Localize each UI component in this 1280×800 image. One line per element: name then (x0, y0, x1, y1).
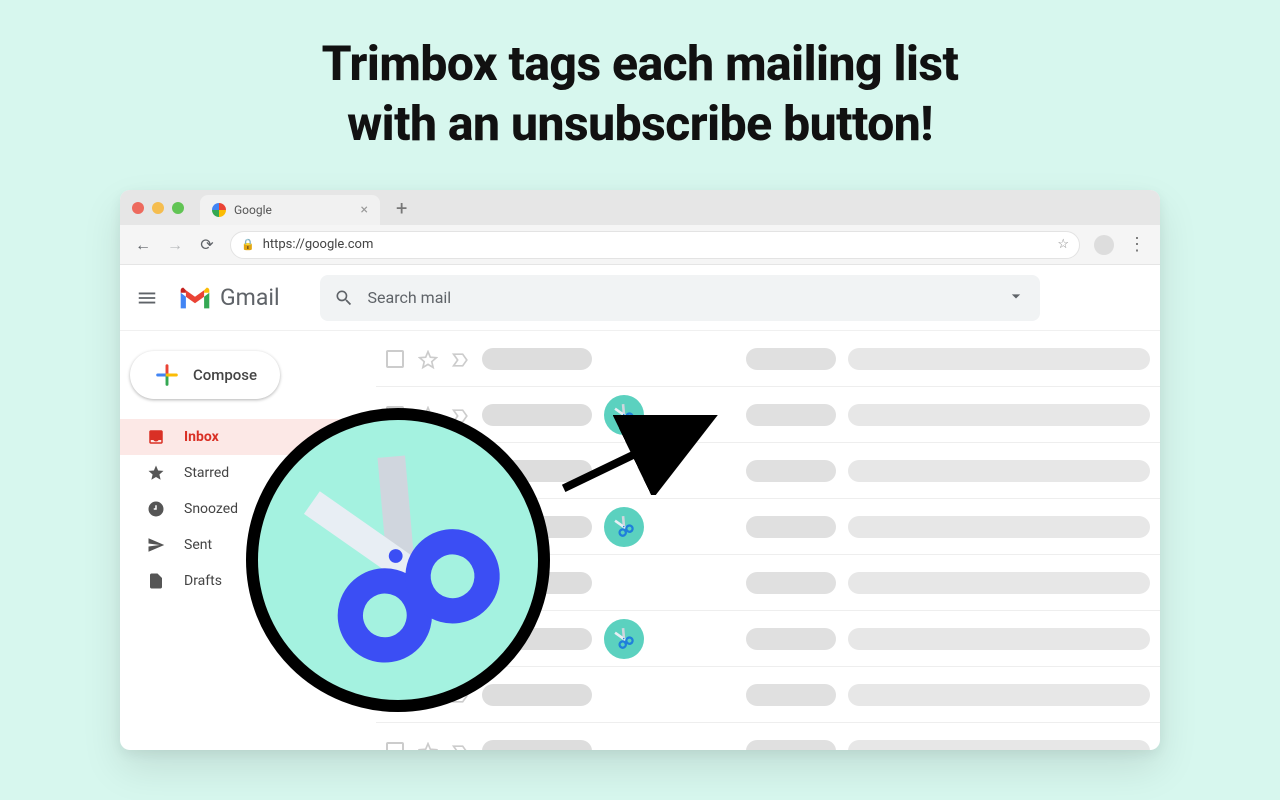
subject-placeholder (746, 628, 836, 650)
subject-placeholder (746, 684, 836, 706)
sender-col (482, 740, 732, 751)
star-icon[interactable] (418, 350, 436, 368)
content-col (746, 460, 1150, 482)
body-placeholder (848, 628, 1150, 650)
search-placeholder: Search mail (368, 288, 452, 307)
sender-col (482, 395, 732, 435)
gmail-logo[interactable]: Gmail (178, 284, 280, 311)
search-icon (334, 288, 354, 308)
trimbox-unsubscribe-button[interactable] (604, 507, 644, 547)
file-icon (146, 572, 166, 590)
search-input[interactable]: Search mail (320, 275, 1040, 321)
body-placeholder (848, 516, 1150, 538)
body-placeholder (848, 404, 1150, 426)
tab-title: Google (234, 203, 272, 217)
scissors-icon (283, 445, 513, 675)
window-maximize-button[interactable] (172, 202, 184, 214)
gmail-header: Gmail Search mail (120, 265, 1160, 331)
window-minimize-button[interactable] (152, 202, 164, 214)
menu-icon[interactable] (136, 287, 158, 309)
content-col (746, 348, 1150, 370)
compose-label: Compose (193, 366, 257, 384)
sidebar-item-label: Starred (184, 465, 229, 481)
sidebar-item-label: Snoozed (184, 501, 238, 517)
content-col (746, 516, 1150, 538)
close-tab-icon[interactable]: × (361, 202, 368, 218)
gmail-m-icon (178, 285, 212, 311)
google-favicon (212, 203, 226, 217)
sender-col (482, 348, 732, 370)
mail-row[interactable] (376, 331, 1160, 387)
subject-placeholder (746, 460, 836, 482)
new-tab-button[interactable]: + (396, 196, 407, 220)
url-input[interactable]: 🔒 https://google.com ☆ (230, 231, 1080, 259)
sender-placeholder (482, 684, 592, 706)
star-icon (146, 464, 166, 482)
inbox-icon (146, 428, 166, 446)
plus-icon (153, 361, 181, 389)
back-icon[interactable]: ← (134, 236, 152, 254)
subject-placeholder (746, 348, 836, 370)
body-placeholder (848, 684, 1150, 706)
headline-line1: Trimbox tags each mailing list (322, 35, 959, 92)
content-col (746, 572, 1150, 594)
important-icon[interactable] (450, 350, 468, 368)
trimbox-callout (246, 408, 550, 712)
window-close-button[interactable] (132, 202, 144, 214)
reload-icon[interactable]: ⟳ (198, 236, 216, 254)
compose-button[interactable]: Compose (130, 351, 280, 399)
sender-col (482, 684, 732, 706)
row-checkbox[interactable] (386, 742, 404, 751)
sender-placeholder (482, 404, 592, 426)
sidebar-item-label: Inbox (184, 429, 219, 445)
body-placeholder (848, 348, 1150, 370)
bookmark-star-icon[interactable]: ☆ (1057, 237, 1069, 252)
body-placeholder (848, 460, 1150, 482)
row-checkbox[interactable] (386, 350, 404, 368)
content-col (746, 404, 1150, 426)
search-options-icon[interactable] (1006, 286, 1026, 310)
sender-placeholder (482, 740, 592, 751)
content-col (746, 684, 1150, 706)
browser-menu-icon[interactable]: ⋮ (1128, 234, 1146, 255)
headline-line2: with an unsubscribe button! (347, 95, 933, 152)
body-placeholder (848, 572, 1150, 594)
sidebar-item-label: Drafts (184, 573, 222, 589)
url-text: https://google.com (263, 237, 374, 252)
subject-placeholder (746, 740, 836, 751)
subject-placeholder (746, 404, 836, 426)
important-icon[interactable] (450, 742, 468, 751)
clock-icon (146, 500, 166, 518)
forward-icon[interactable]: → (166, 236, 184, 254)
star-icon[interactable] (418, 742, 436, 751)
sender-placeholder (482, 348, 592, 370)
sidebar-item-label: Sent (184, 537, 212, 553)
content-col (746, 740, 1150, 751)
mail-row[interactable] (376, 387, 1160, 443)
browser-tab[interactable]: Google × (200, 195, 380, 225)
browser-urlbar: ← → ⟳ 🔒 https://google.com ☆ ⋮ (120, 225, 1160, 265)
browser-tabbar: Google × + (120, 190, 1160, 225)
lock-icon: 🔒 (241, 238, 255, 251)
headline: Trimbox tags each mailing list with an u… (0, 0, 1280, 154)
body-placeholder (848, 740, 1150, 751)
content-col (746, 628, 1150, 650)
mail-row[interactable] (376, 723, 1160, 750)
send-icon (146, 536, 166, 554)
trimbox-unsubscribe-button[interactable] (604, 395, 644, 435)
trimbox-unsubscribe-button[interactable] (604, 619, 644, 659)
profile-avatar[interactable] (1094, 235, 1114, 255)
subject-placeholder (746, 572, 836, 594)
subject-placeholder (746, 516, 836, 538)
gmail-wordmark: Gmail (220, 284, 280, 311)
